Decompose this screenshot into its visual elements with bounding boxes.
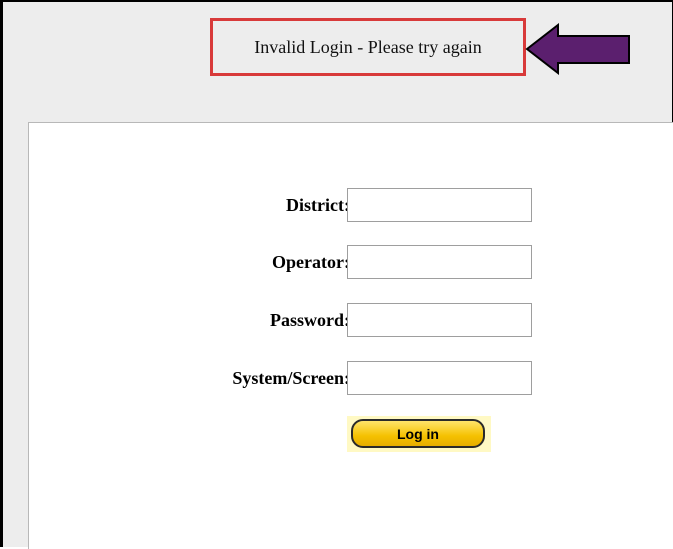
password-input[interactable] bbox=[347, 303, 532, 337]
district-label: District: bbox=[286, 195, 350, 215]
left-arrow-icon bbox=[525, 23, 630, 75]
operator-label: Operator: bbox=[272, 252, 350, 272]
operator-input[interactable] bbox=[347, 245, 532, 279]
district-input[interactable] bbox=[347, 188, 532, 222]
operator-row: Operator: bbox=[29, 245, 673, 279]
password-row: Password: bbox=[29, 303, 673, 337]
login-form-panel: District: Operator: Password: System/Scr… bbox=[28, 122, 673, 549]
login-window: Invalid Login - Please try again Distric… bbox=[0, 0, 673, 549]
password-label: Password: bbox=[270, 310, 350, 330]
district-row: District: bbox=[29, 188, 673, 222]
login-button-highlight: Log in bbox=[347, 416, 491, 452]
error-message: Invalid Login - Please try again bbox=[254, 36, 482, 57]
system-screen-input[interactable] bbox=[347, 361, 532, 395]
error-message-box: Invalid Login - Please try again bbox=[210, 18, 526, 76]
system-screen-label: System/Screen: bbox=[232, 368, 350, 388]
login-button[interactable]: Log in bbox=[351, 419, 485, 448]
system-screen-row: System/Screen: bbox=[29, 361, 673, 395]
